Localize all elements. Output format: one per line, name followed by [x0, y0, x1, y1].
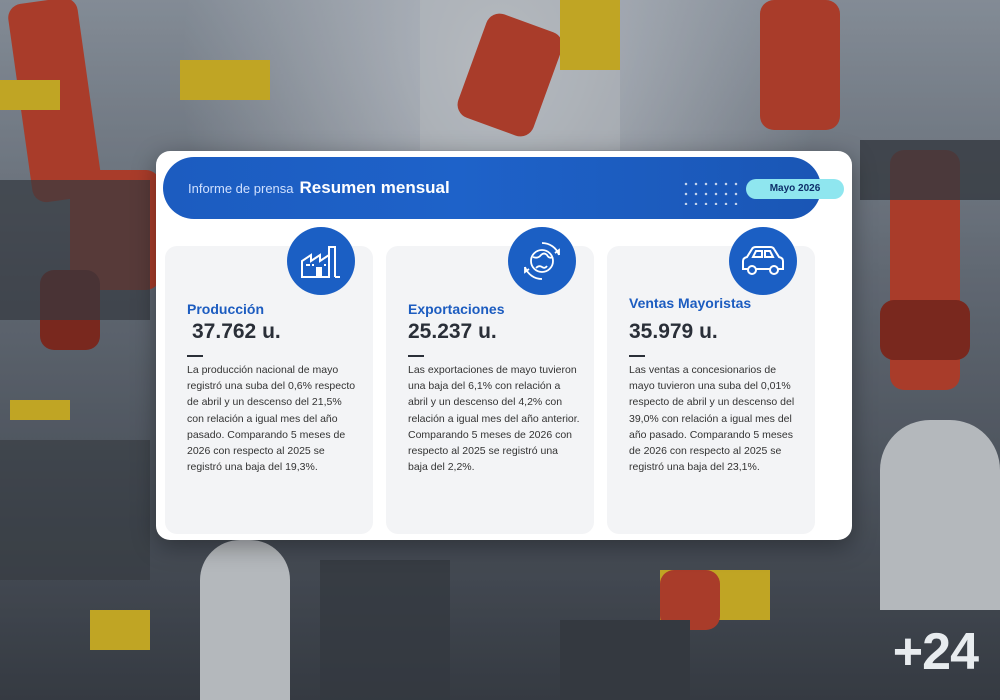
date-badge: Mayo 2026	[746, 179, 844, 199]
header-banner: Informe de prensa Resumen mensual	[163, 157, 821, 219]
stat-title: Producción	[187, 301, 265, 317]
divider	[187, 355, 203, 357]
car-icon	[729, 227, 797, 295]
globe-icon	[508, 227, 576, 295]
stat-card-exports: Exportaciones 25.237 u. Las exportacione…	[386, 227, 594, 534]
stat-description: La producción nacional de mayo registró …	[187, 364, 356, 474]
stat-card-wholesale-sales: Ventas Mayoristas 35.979 u. Las ventas a…	[607, 227, 815, 534]
stat-value: 35.979 u.	[629, 320, 718, 343]
press-summary-card: Informe de prensa Resumen mensual Mayo 2…	[156, 151, 852, 540]
factory-icon	[287, 227, 355, 295]
brand-logo: +24	[892, 623, 979, 681]
stat-title: Ventas Mayoristas	[629, 295, 752, 311]
stat-value: 37.762 u.	[192, 320, 281, 343]
stat-description: Las ventas a concesionarios de mayo tuvi…	[629, 364, 795, 474]
banner-title: Resumen mensual	[299, 178, 450, 197]
divider	[629, 355, 645, 357]
divider	[408, 355, 424, 357]
stat-value: 25.237 u.	[408, 320, 497, 343]
stat-card-production: Producción 37.762 u. La producción nacio…	[165, 227, 373, 534]
decorative-dots	[681, 179, 741, 205]
stat-title: Exportaciones	[408, 301, 505, 317]
banner-subtitle: Informe de prensa	[188, 180, 294, 196]
stat-description: Las exportaciones de mayo tuvieron una b…	[408, 364, 580, 474]
